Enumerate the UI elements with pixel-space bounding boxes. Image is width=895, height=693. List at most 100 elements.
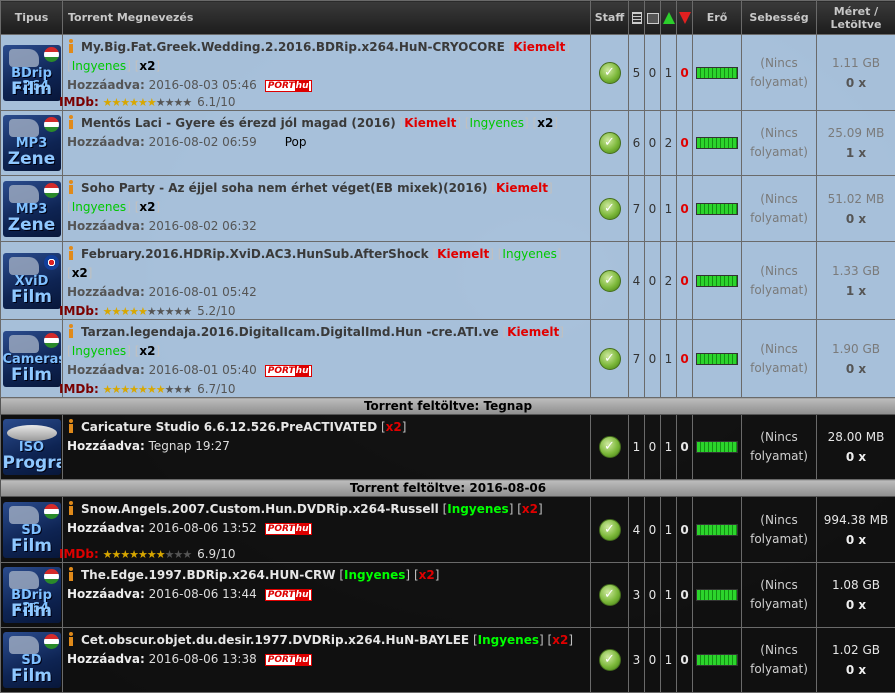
leechers-count[interactable]: 0 (676, 496, 693, 563)
comments-count[interactable]: 4 (628, 496, 645, 563)
seeders-count[interactable]: 1 (660, 496, 677, 563)
hungarian-flag-icon (43, 46, 59, 62)
seeders-count[interactable]: 1 (660, 319, 677, 398)
info-icon[interactable] (67, 419, 75, 433)
files-count[interactable]: 0 (644, 562, 661, 628)
category-icon[interactable]: SD Film (2, 632, 61, 688)
category-icon[interactable]: ISOProgram (2, 419, 61, 475)
info-icon[interactable] (67, 246, 75, 260)
category-icon[interactable]: Cameras Film (2, 330, 61, 387)
seeders-count[interactable]: 1 (660, 414, 677, 480)
comments-count[interactable]: 7 (628, 319, 645, 398)
col-power-header[interactable]: Erő (692, 0, 742, 35)
star-rating-icon: ★★★★★★★★★★ (102, 383, 193, 396)
category-cell[interactable]: XviD Film (0, 241, 63, 320)
category-cell[interactable]: MP3 Zene (0, 175, 63, 242)
torrent-title-link[interactable]: Cet.obscur.objet.du.desir.1977.DVDRip.x2… (81, 633, 469, 647)
col-type-header[interactable]: Tipus (0, 0, 63, 35)
leechers-count[interactable]: 0 (676, 175, 693, 242)
leechers-count[interactable]: 0 (676, 34, 693, 111)
imdb-rating[interactable]: IMDb: ★★★★★★★★★★ 6.1/10 (59, 93, 236, 112)
leechers-count[interactable]: 0 (676, 627, 693, 693)
port-hu-logo[interactable]: PORThu (264, 365, 313, 377)
files-count[interactable]: 0 (644, 414, 661, 480)
list-icon (631, 12, 642, 24)
leechers-count[interactable]: 0 (676, 562, 693, 628)
comments-count[interactable]: 7 (628, 175, 645, 242)
info-icon[interactable] (67, 501, 75, 515)
seeders-count[interactable]: 2 (660, 110, 677, 176)
files-count[interactable]: 0 (644, 110, 661, 176)
double-upload-badge: x2 (139, 344, 156, 358)
col-size-header[interactable]: Méret / Letöltve (816, 0, 895, 35)
torrent-title-link[interactable]: My.Big.Fat.Greek.Wedding.2.2016.BDRip.x2… (81, 40, 505, 54)
category-icon[interactable]: MP3 Zene (2, 180, 61, 237)
torrent-row: XviD Film February.2016.HDRip.XviD.AC3.Hu… (0, 241, 895, 321)
category-icon[interactable]: XviD Film (2, 252, 61, 309)
comments-count[interactable]: 1 (628, 414, 645, 480)
info-icon[interactable] (67, 180, 75, 194)
category-icon[interactable]: MP3 Zene (2, 115, 61, 171)
category-cell[interactable]: ISOProgram (0, 414, 63, 480)
files-count[interactable]: 0 (644, 241, 661, 320)
category-cell[interactable]: Cameras Film (0, 319, 63, 398)
info-icon[interactable] (67, 39, 75, 53)
port-hu-logo[interactable]: PORThu (264, 589, 313, 601)
category-art-icon (8, 48, 39, 67)
port-hu-logo[interactable]: PORThu (264, 80, 313, 92)
comments-count[interactable]: 4 (628, 241, 645, 320)
comments-count[interactable]: 5 (628, 34, 645, 111)
port-hu-logo[interactable]: PORThu (264, 523, 313, 535)
torrent-title-link[interactable]: The.Edge.1997.BDRip.x264.HUN-CRW (81, 568, 336, 582)
category-cell[interactable]: SD Film (0, 627, 63, 693)
seeders-count[interactable]: 1 (660, 562, 677, 628)
info-icon[interactable] (67, 567, 75, 581)
comments-count[interactable]: 3 (628, 562, 645, 628)
leechers-count[interactable]: 0 (676, 319, 693, 398)
seeders-count[interactable]: 1 (660, 34, 677, 111)
col-speed-header[interactable]: Sebesség (741, 0, 817, 35)
col-files-header[interactable] (644, 0, 661, 35)
info-icon[interactable] (67, 115, 75, 129)
seeders-count[interactable]: 1 (660, 175, 677, 242)
info-icon[interactable] (67, 632, 75, 646)
files-count[interactable]: 0 (644, 175, 661, 242)
info-icon[interactable] (67, 324, 75, 338)
category-cell[interactable]: SD Film (0, 496, 63, 563)
imdb-rating[interactable]: IMDb: ★★★★★★★★★★ 6.7/10 (59, 380, 235, 399)
files-count[interactable]: 0 (644, 496, 661, 563)
torrent-title-link[interactable]: Soho Party - Az éjjel soha nem érhet vég… (81, 181, 487, 195)
torrent-title-link[interactable]: February.2016.HDRip.XviD.AC3.HunSub.Afte… (81, 247, 429, 261)
files-count[interactable]: 0 (644, 319, 661, 398)
col-comments-header[interactable] (628, 0, 645, 35)
leechers-count[interactable]: 0 (676, 414, 693, 480)
category-icon[interactable]: BDrip x264 Film (2, 44, 61, 101)
col-leechers-header[interactable] (676, 0, 693, 35)
torrent-title-link[interactable]: Caricature Studio 6.6.12.526.PreACTIVATE… (81, 420, 377, 434)
comments-count[interactable]: 6 (628, 110, 645, 176)
seeders-count[interactable]: 1 (660, 627, 677, 693)
col-name-header[interactable]: Torrent Megnevezés (62, 0, 591, 35)
torrent-title-link[interactable]: Tarzan.legendaja.2016.DigitalIcam.Digita… (81, 325, 499, 339)
double-upload-badge: x2 (139, 200, 156, 214)
category-cell[interactable]: BDrip x264 Film (0, 562, 63, 628)
double-upload-badge: x2 (537, 116, 554, 130)
category-icon[interactable]: BDrip x264 Film (2, 567, 61, 623)
files-count[interactable]: 0 (644, 34, 661, 111)
imdb-rating[interactable]: IMDb: ★★★★★★★★★★ 5.2/10 (59, 302, 236, 321)
category-icon[interactable]: SD Film (2, 501, 61, 558)
category-cell[interactable]: BDrip x264 Film (0, 34, 63, 111)
double-upload-badge: x2 (71, 266, 88, 280)
port-hu-logo[interactable]: PORThu (264, 654, 313, 666)
imdb-rating[interactable]: IMDb: ★★★★★★★★★★ 6.9/10 (59, 545, 235, 564)
leechers-count[interactable]: 0 (676, 110, 693, 176)
torrent-title-link[interactable]: Snow.Angels.2007.Custom.Hun.DVDRip.x264-… (81, 502, 439, 516)
leechers-count[interactable]: 0 (676, 241, 693, 320)
col-staff-header[interactable]: Staff (590, 0, 629, 35)
col-seeders-header[interactable] (660, 0, 677, 35)
category-cell[interactable]: MP3 Zene (0, 110, 63, 176)
seeders-count[interactable]: 2 (660, 241, 677, 320)
torrent-title-link[interactable]: Mentős Laci - Gyere és érezd jól magad (… (81, 116, 396, 130)
files-count[interactable]: 0 (644, 627, 661, 693)
comments-count[interactable]: 3 (628, 627, 645, 693)
